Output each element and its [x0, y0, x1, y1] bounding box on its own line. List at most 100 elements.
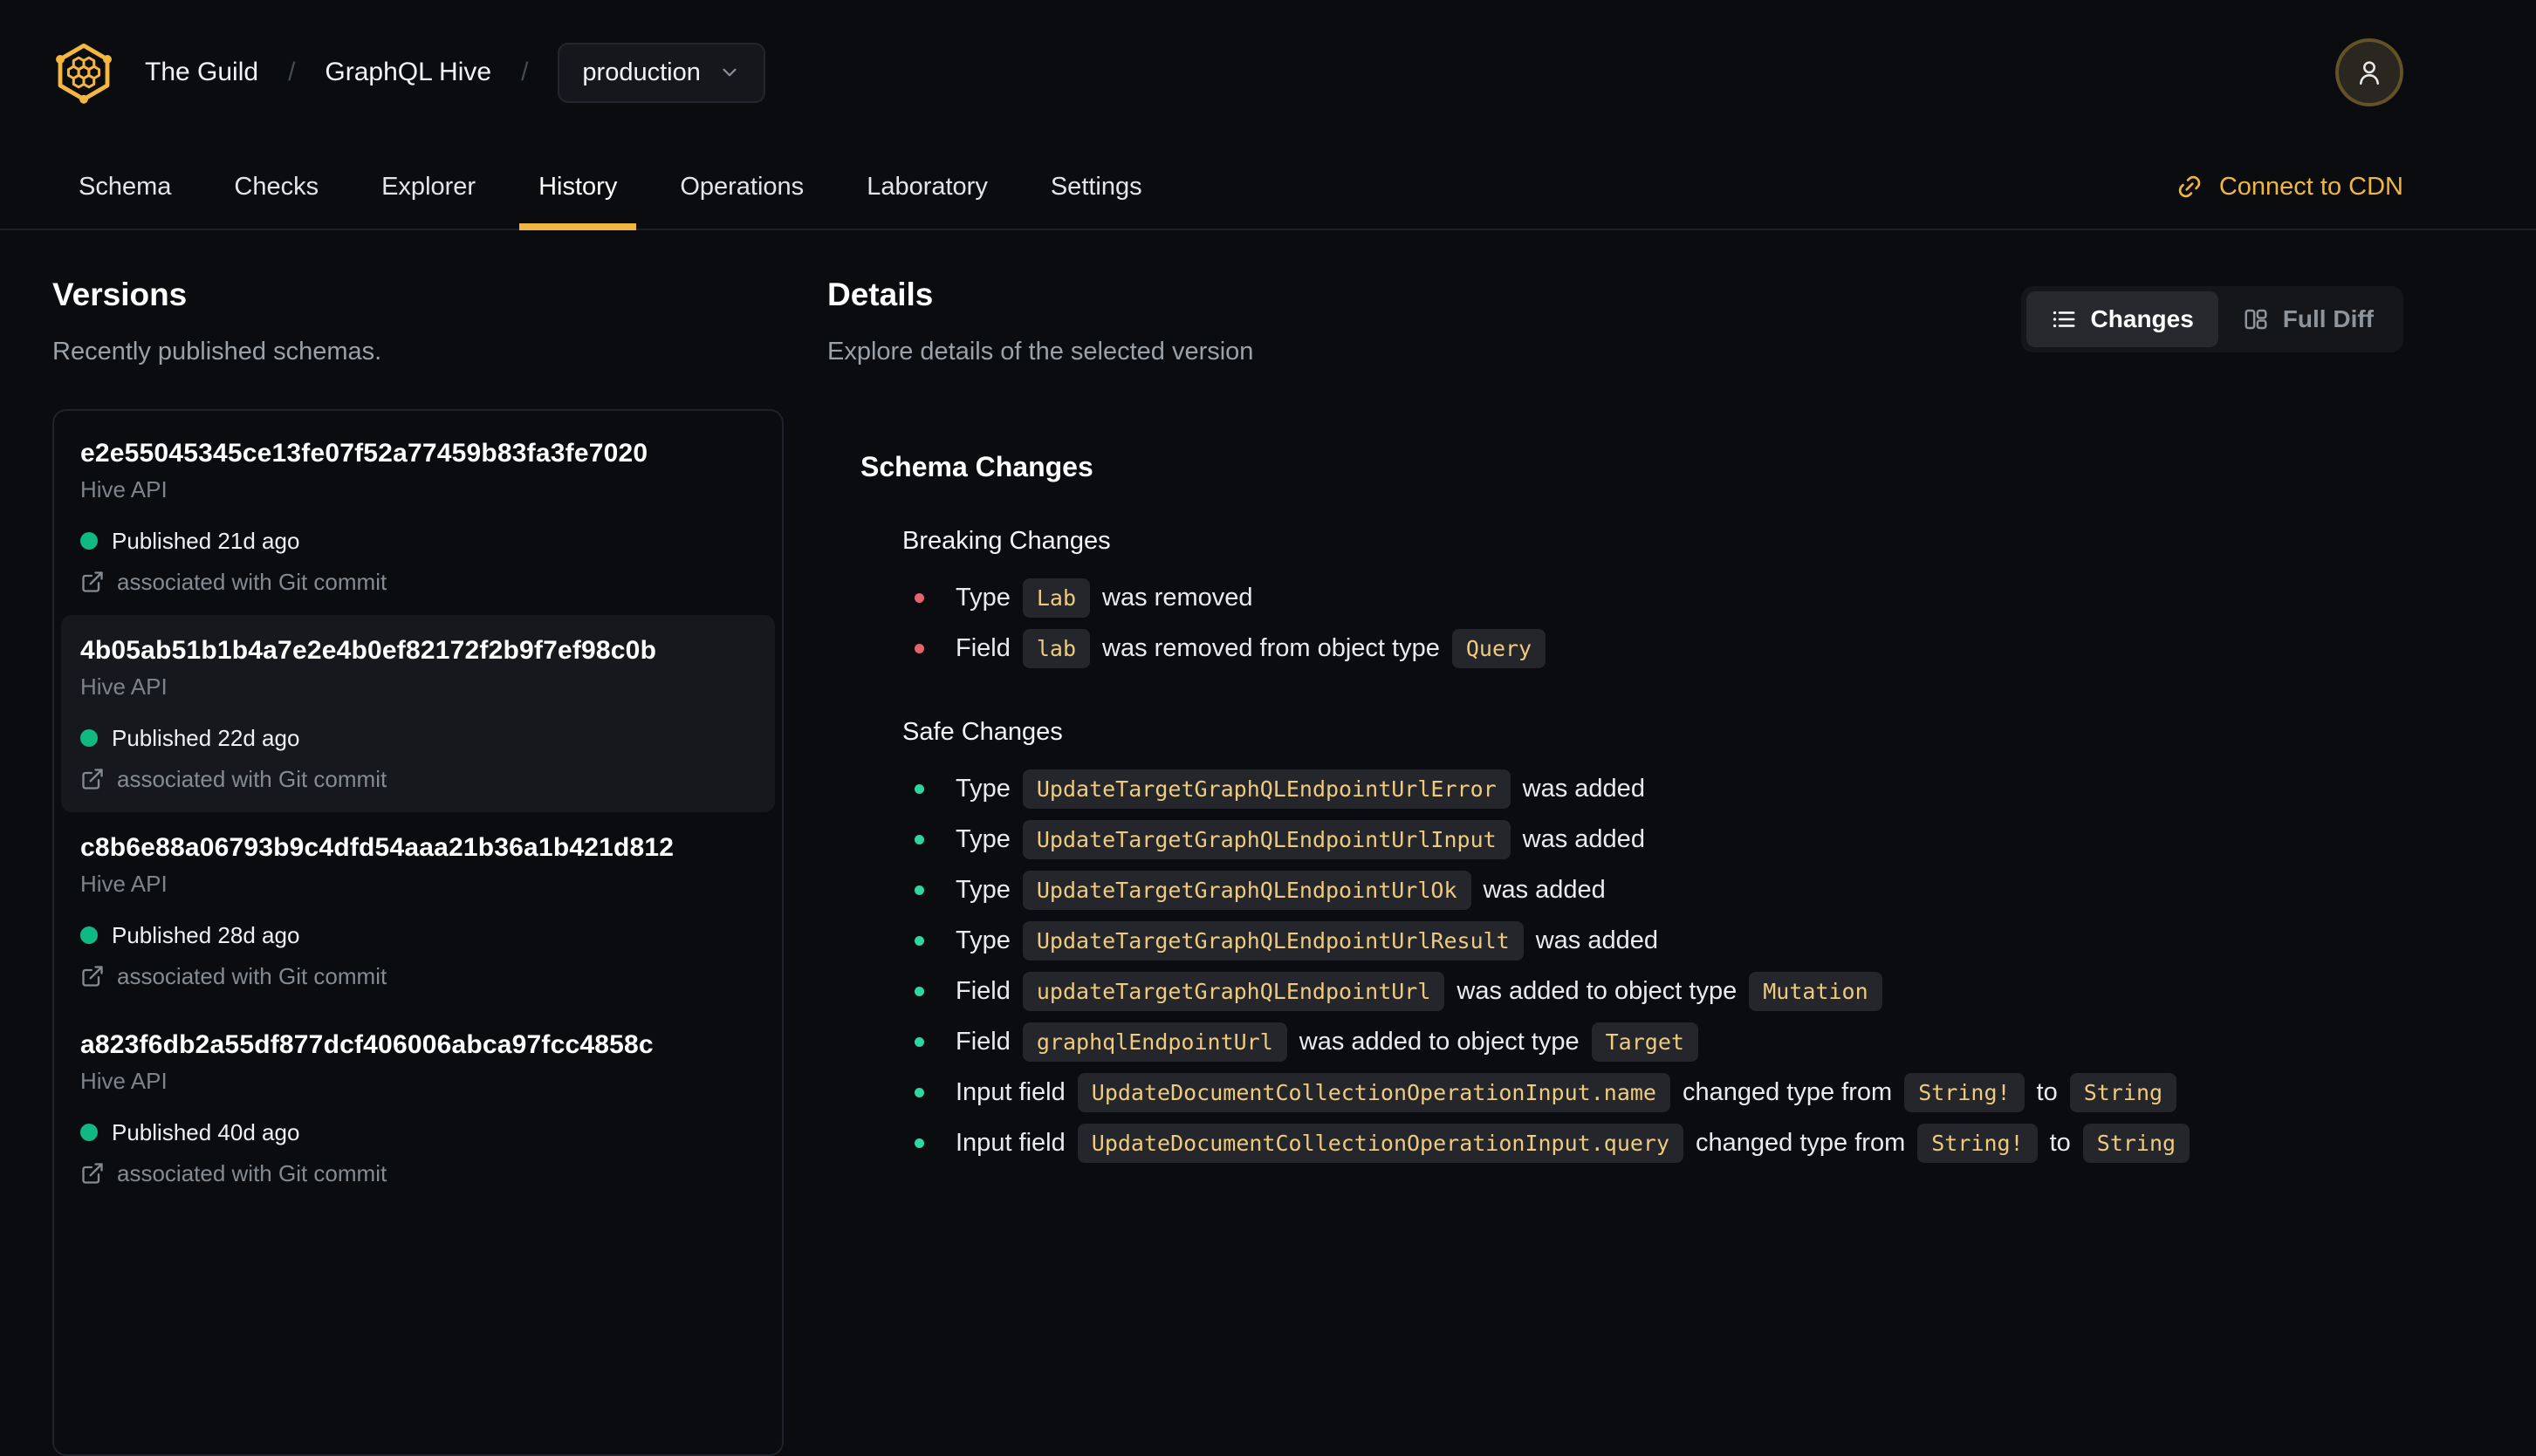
code-badge: String — [2082, 1124, 2190, 1164]
change-text: was added — [1522, 825, 1645, 854]
change-text: to — [2036, 1078, 2058, 1107]
schema-change-item: Field updateTargetGraphQLEndpointUrl was a… — [915, 967, 2403, 1017]
published-dot — [80, 531, 98, 550]
breadcrumb-separator: / — [288, 58, 296, 86]
change-text: changed type from — [1696, 1129, 1906, 1158]
safe-bullet-icon — [915, 885, 924, 896]
git-commit-link[interactable]: associated with Git commit — [80, 570, 756, 594]
changes-view-label: Changes — [2090, 305, 2194, 332]
main-nav: Schema Checks Explorer History Operations Lab… — [0, 145, 2536, 230]
change-text: was removed from object type — [1102, 634, 1440, 663]
change-text: Field — [956, 977, 1011, 1006]
columns-icon — [2245, 309, 2267, 330]
change-text: was added to object type — [1299, 1028, 1580, 1056]
safe-bullet-icon — [915, 835, 924, 845]
connect-to-cdn-label: Connect to CDN — [2218, 172, 2403, 201]
version-status: Published 21d ago — [80, 528, 756, 554]
version-status: Published 22d ago — [80, 725, 756, 751]
schema-change-item: Type UpdateTargetGraphQLEndpointUrlResult… — [915, 916, 2403, 967]
change-text: was removed — [1102, 584, 1253, 612]
change-text: was added — [1483, 876, 1606, 905]
published-text: Published 21d ago — [112, 527, 300, 554]
version-hash: e2e55045345ce13fe07f52a77459b83fa3fe7020 — [80, 438, 648, 468]
changes-view-button[interactable]: Changes — [2025, 291, 2218, 347]
version-card[interactable]: c8b6e88a06793b9c4dfd54aaa21b36a1b421d812… — [61, 812, 775, 1009]
external-link-icon — [82, 769, 103, 790]
tab-history[interactable]: History — [519, 145, 637, 230]
safe-bullet-icon — [915, 1037, 924, 1048]
published-text: Published 28d ago — [112, 921, 300, 948]
code-badge: graphqlEndpointUrl — [1022, 1022, 1287, 1063]
git-commit-link[interactable]: associated with Git commit — [80, 964, 756, 988]
schema-change-item: Input field UpdateDocumentCollectionOpera… — [915, 1118, 2403, 1169]
code-badge: Target — [1591, 1022, 1698, 1063]
code-badge: lab — [1022, 629, 1091, 669]
breadcrumb-project[interactable]: GraphQL Hive — [325, 58, 491, 87]
code-badge: UpdateDocumentCollectionOperationInput.n… — [1077, 1073, 1670, 1113]
version-status: Published 28d ago — [80, 922, 756, 948]
change-groups: Breaking Changes Type Lab was removed Field l… — [860, 527, 2403, 1169]
schema-change-item: Type UpdateTargetGraphQLEndpointUrlError w… — [915, 764, 2403, 815]
user-menu-button[interactable] — [2335, 38, 2403, 106]
safe-changes-list: Type UpdateTargetGraphQLEndpointUrlError w… — [860, 764, 2403, 1169]
list-icon — [2053, 311, 2075, 328]
code-badge: String! — [1904, 1073, 2025, 1113]
tab-label: Settings — [1050, 172, 1142, 201]
safe-changes-title: Safe Changes — [902, 717, 1063, 746]
git-commit-text: associated with Git commit — [117, 1159, 387, 1186]
versions-panel: Versions Recently published schemas. e2e… — [52, 230, 784, 1456]
safe-bullet-icon — [915, 784, 924, 795]
tab-laboratory[interactable]: Laboratory — [847, 145, 1007, 229]
change-text: Type — [956, 825, 1011, 854]
main-content: Versions Recently published schemas. e2e… — [0, 230, 2536, 1456]
breaking-changes-list: Type Lab was removed Field lab was removed fr… — [860, 573, 2403, 674]
git-commit-text: associated with Git commit — [117, 568, 387, 595]
hive-logo-icon[interactable] — [52, 39, 115, 106]
link-icon — [2178, 175, 2201, 198]
tab-checks[interactable]: Checks — [215, 145, 338, 229]
change-text: was added to object type — [1456, 977, 1738, 1006]
change-text: changed type from — [1682, 1078, 1893, 1107]
change-text: Type — [956, 876, 1011, 905]
target-select[interactable]: production — [558, 42, 765, 103]
change-text: to — [2049, 1129, 2071, 1158]
git-commit-link[interactable]: associated with Git commit — [80, 1161, 756, 1186]
external-link-icon — [82, 966, 103, 987]
schema-changes-section: Schema Changes Breaking Changes Type Lab wa… — [827, 451, 2403, 1169]
view-toggle: Changes Full Diff — [2020, 286, 2403, 352]
change-text: Field — [956, 1028, 1011, 1056]
tab-schema[interactable]: Schema — [59, 145, 190, 229]
code-badge: String — [2069, 1073, 2177, 1113]
tab-operations[interactable]: Operations — [661, 145, 823, 229]
safe-bullet-icon — [915, 936, 924, 947]
version-hash: 4b05ab51b1b4a7e2e4b0ef82172f2b9f7ef98c0b — [80, 635, 657, 665]
version-hash: a823f6db2a55df877dcf406006abca97fcc4858c — [80, 1029, 654, 1059]
nav-tabs: Schema Checks Explorer History Operations Lab… — [59, 145, 1162, 230]
code-badge: UpdateTargetGraphQLEndpointUrlError — [1022, 769, 1511, 810]
tab-label: History — [538, 172, 618, 201]
version-service: Hive API — [80, 475, 168, 502]
code-badge: Lab — [1022, 578, 1091, 619]
code-badge: UpdateTargetGraphQLEndpointUrlInput — [1022, 820, 1511, 860]
version-card[interactable]: 4b05ab51b1b4a7e2e4b0ef82172f2b9f7ef98c0b… — [61, 614, 775, 812]
breadcrumb-org[interactable]: The Guild — [145, 58, 258, 87]
version-card[interactable]: a823f6db2a55df877dcf406006abca97fcc4858c… — [61, 1009, 775, 1206]
tab-explorer[interactable]: Explorer — [362, 145, 495, 229]
schema-change-item: Field graphqlEndpointUrl was added to obje… — [915, 1017, 2403, 1068]
git-commit-text: associated with Git commit — [117, 962, 387, 989]
published-dot — [80, 926, 98, 944]
schema-change-item: Field lab was removed from object type Quer… — [915, 624, 2403, 674]
connect-to-cdn-button[interactable]: Connect to CDN — [2176, 173, 2403, 202]
full-diff-view-button[interactable]: Full Diff — [2218, 291, 2398, 347]
git-commit-link[interactable]: associated with Git commit — [80, 767, 756, 791]
change-text: Type — [956, 926, 1011, 955]
version-list: e2e55045345ce13fe07f52a77459b83fa3fe7020… — [52, 408, 784, 1456]
version-service: Hive API — [80, 673, 168, 700]
version-service: Hive API — [80, 870, 168, 897]
full-diff-view-label: Full Diff — [2282, 305, 2374, 332]
tab-settings[interactable]: Settings — [1032, 145, 1162, 229]
versions-title: Versions — [52, 277, 188, 312]
version-card[interactable]: e2e55045345ce13fe07f52a77459b83fa3fe7020… — [61, 418, 775, 615]
schema-change-item: Input field UpdateDocumentCollectionOpera… — [915, 1068, 2403, 1118]
breaking-changes-title: Breaking Changes — [902, 526, 1111, 555]
